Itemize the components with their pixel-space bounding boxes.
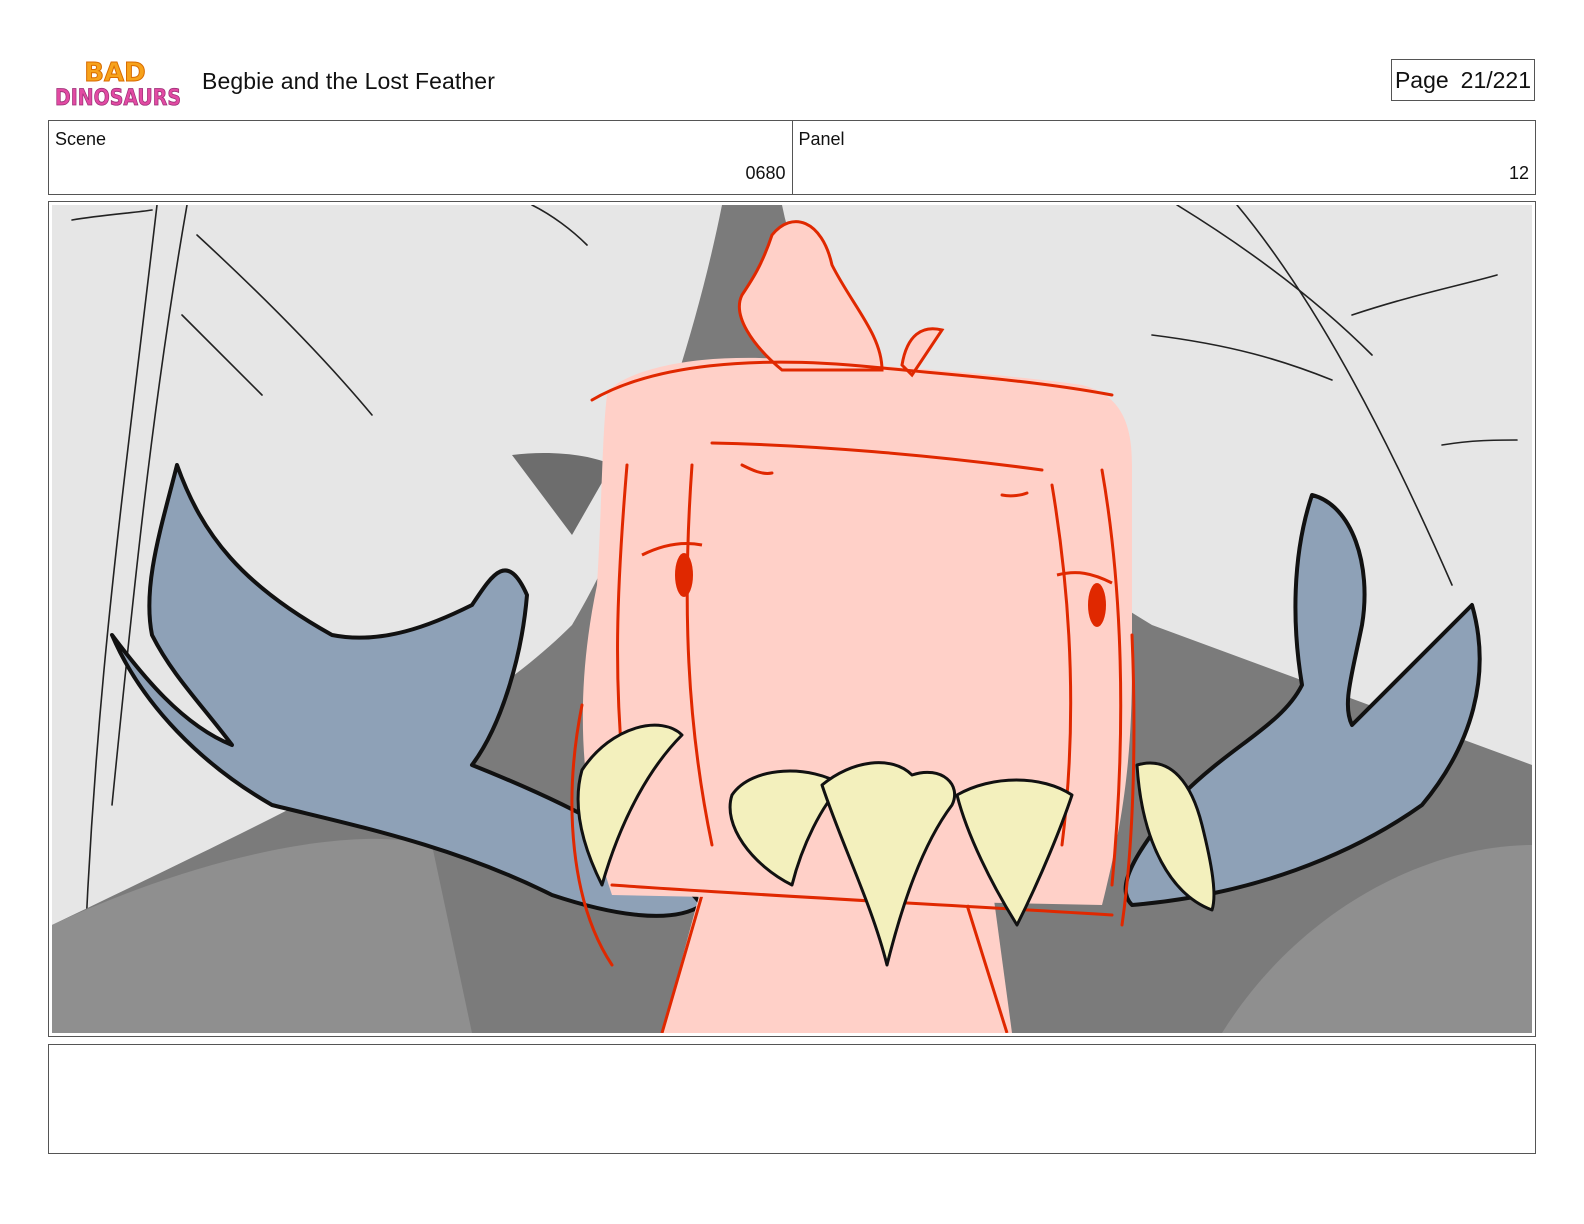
logo-line-1: BAD <box>84 58 146 88</box>
page-number: 21/221 <box>1460 66 1532 93</box>
storyboard-title: Begbie and the Lost Feather <box>202 68 495 94</box>
scene-label: Scene <box>55 129 107 149</box>
panel-illustration <box>52 205 1532 1033</box>
panel-label: Panel <box>798 129 845 149</box>
panel-cell: Panel 12 <box>791 121 1536 194</box>
page-indicator: Page 21/221 <box>1391 59 1535 101</box>
logo-line-2: DINOSAURS <box>55 86 181 111</box>
panel-value: 12 <box>1508 163 1529 183</box>
scene-value: 0680 <box>745 163 786 183</box>
scene-panel-info: Scene 0680 Panel 12 <box>48 120 1536 195</box>
panel-notes <box>48 1044 1536 1154</box>
storyboard-panel <box>48 201 1536 1037</box>
scene-cell: Scene 0680 <box>49 121 792 194</box>
page-label: Page <box>1394 66 1449 93</box>
bad-dinosaurs-logo: BAD DINOSAURS <box>53 55 183 112</box>
